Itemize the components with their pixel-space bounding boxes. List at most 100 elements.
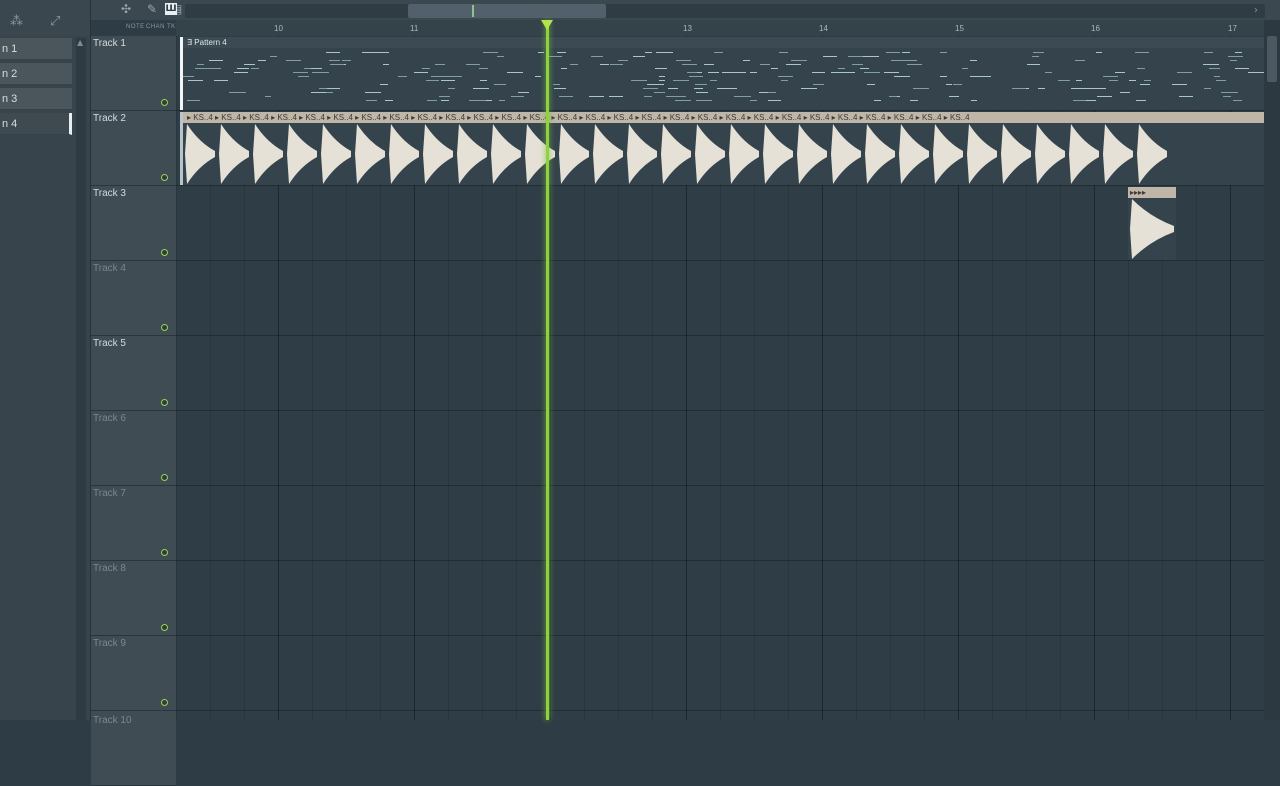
track-header-7[interactable]: Track 7 [91,486,176,561]
track-mute-led[interactable] [161,549,168,556]
note-mark [970,60,977,61]
snap-icon[interactable]: ✣ [121,2,131,16]
audio-clip[interactable]: ▸ KS..4 ▸ KS..4 ▸ KS..4 ▸ KS..4 ▸ KS..4 … [180,112,1266,185]
note-mark [1076,80,1082,81]
note-mark [511,96,524,97]
note-mark [852,64,863,65]
audio-clip-short[interactable]: ▸▸▸▸ [1128,187,1176,260]
track-mute-led[interactable] [161,624,168,631]
note-mark [689,76,703,77]
note-mark [768,100,781,101]
bar-number: 15 [955,24,964,33]
note-mark [1103,76,1118,77]
audio-clip-header[interactable]: ▸ KS..4 ▸ KS..4 ▸ KS..4 ▸ KS..4 ▸ KS..4 … [183,112,1266,123]
note-mark [286,60,301,61]
pattern-item-3[interactable]: n 3 [0,88,72,110]
track-mute-led[interactable] [161,699,168,706]
track-header-9[interactable]: Track 9 [91,636,176,711]
track-mute-led[interactable] [161,324,168,331]
playhead-line [546,20,549,720]
pattern-clip[interactable]: ∃ Pattern 4 [180,37,1266,110]
note-mark [188,80,203,81]
note-mark [884,72,899,73]
pattern-clip-header[interactable]: ∃ Pattern 4 [183,37,1266,48]
note-mark [647,84,664,85]
note-mark [1172,84,1187,85]
note-mark [823,56,837,57]
note-mark [677,100,690,101]
note-mark [1235,68,1249,69]
note-mark [538,52,544,53]
horizontal-scrollbar[interactable] [185,4,1265,18]
note-mark [1096,52,1102,53]
bar-number: 17 [1228,24,1237,33]
playhead-marker-icon[interactable] [541,20,553,30]
track-header-10[interactable]: Track 10 [91,711,176,786]
pattern-item-label: n 4 [2,118,18,130]
piano-keys-icon[interactable]: Ш [165,3,177,15]
note-mark [867,84,875,85]
note-mark [229,92,246,93]
vertical-scrollbar[interactable] [1264,20,1280,720]
scroll-right-icon[interactable]: › [1250,4,1262,18]
horizontal-scroll-thumb[interactable] [408,4,606,18]
audio-clip-header[interactable]: ▸▸▸▸ [1128,187,1176,198]
chan-label[interactable]: CHAN [146,24,165,30]
track-header-3[interactable]: Track 3 [91,186,176,261]
track-mute-led[interactable] [161,249,168,256]
note-mark [427,100,437,101]
note-mark [1097,96,1112,97]
track-header-2[interactable]: Track 2 [91,111,176,186]
pattern-notes [183,52,1265,101]
note-mark [561,68,567,69]
link-tool-icon[interactable]: ⤢ [50,14,60,29]
vertical-scroll-thumb[interactable] [1267,36,1277,82]
track-header-8[interactable]: Track 8 [91,561,176,636]
track-header-5[interactable]: Track 5 [91,336,176,411]
note-mark [1214,76,1220,77]
note-mark [553,84,560,85]
waveform-hit [729,124,759,184]
note-mark [940,76,947,77]
note-mark [696,100,712,101]
note-mark [779,52,788,53]
track-mute-led[interactable] [161,399,168,406]
track-header-4[interactable]: Track 4 [91,261,176,336]
pattern-item-2[interactable]: n 2 [0,63,72,85]
note-mark [864,72,880,73]
waveform-hit [967,124,997,184]
note-mark [439,96,450,97]
note-mark [600,64,609,65]
note-mark [1012,88,1026,89]
track-header-1[interactable]: Track 1 [91,36,176,111]
note-mark [362,52,378,53]
track-mute-led[interactable] [161,99,168,106]
pattern-item-1[interactable]: n 1 [0,38,72,60]
note-mark [953,84,962,85]
note-mark [668,88,678,89]
track-mute-led[interactable] [161,174,168,181]
waveform-tool-icon[interactable]: ⁂ [10,14,23,29]
bar-number: 16 [1091,24,1100,33]
note-mark [1086,100,1096,101]
note-mark [743,60,750,61]
pattern-item-4[interactable]: n 4 [0,113,72,135]
note-mark [475,100,486,101]
note-mark [1135,52,1149,53]
note-mark [499,100,505,101]
waveform-hit [253,124,283,184]
note-label[interactable]: NOTE [126,24,145,30]
scroll-up-icon[interactable]: ▲ [77,38,83,47]
track-header-6[interactable]: Track 6 [91,411,176,486]
note-mark [1179,96,1193,97]
waveform-hit [185,124,215,184]
note-mark [1045,72,1052,73]
pattern-clip-label: Pattern 4 [194,38,227,47]
note-mark [786,64,801,65]
timeline-ruler[interactable]: 10 11 13 14 15 16 17 [176,20,1264,37]
browser-scrollbar[interactable]: ▲ [76,38,86,720]
pencil-icon[interactable]: ✎ [147,2,157,16]
bar-number: 10 [274,24,283,33]
note-mark [631,80,639,81]
track-mute-led[interactable] [161,474,168,481]
